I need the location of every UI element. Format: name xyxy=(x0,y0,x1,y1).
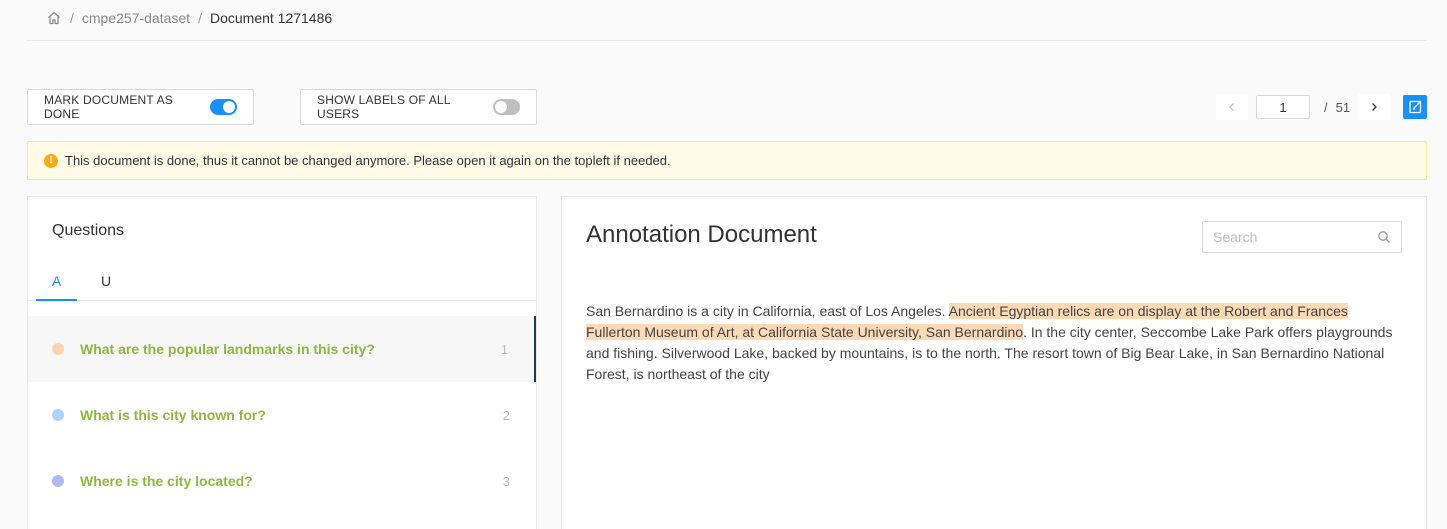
questions-panel: Questions A U What are the popular landm… xyxy=(27,196,537,529)
question-text: What is this city known for? xyxy=(80,407,266,423)
alert-message: This document is done, thus it cannot be… xyxy=(65,153,671,168)
show-labels-switch[interactable] xyxy=(493,99,520,115)
document-pager: / 51 xyxy=(1216,94,1391,120)
total-pages: 51 xyxy=(1335,99,1351,115)
breadcrumb-separator: / xyxy=(70,10,74,26)
header-divider xyxy=(27,40,1427,41)
document-title: Annotation Document xyxy=(586,221,817,248)
question-text: What are the popular landmarks in this c… xyxy=(80,341,375,357)
home-icon[interactable] xyxy=(46,10,62,26)
breadcrumb-dataset-link[interactable]: cmpe257-dataset xyxy=(82,10,190,26)
page-number-input[interactable] xyxy=(1256,95,1310,119)
switch-knob xyxy=(223,101,235,113)
show-labels-toggle-box[interactable]: SHOW LABELS OF ALL USERS xyxy=(300,89,537,125)
question-item[interactable]: What is this city known for? 2 xyxy=(28,382,536,448)
mark-done-label: MARK DOCUMENT AS DONE xyxy=(44,93,173,121)
document-search xyxy=(1202,221,1402,253)
tab-a[interactable]: A xyxy=(36,273,77,301)
annotation-document-panel: Annotation Document San Bernardino is a … xyxy=(561,196,1427,529)
question-text: Where is the city located? xyxy=(80,473,253,489)
question-item[interactable]: Where is the city located? 3 xyxy=(28,448,536,514)
question-number: 1 xyxy=(500,341,508,357)
questions-tabs: A U xyxy=(28,267,536,301)
breadcrumb: / cmpe257-dataset / Document 1271486 xyxy=(46,9,332,27)
document-text-plain: San Bernardino is a city in California, … xyxy=(586,303,949,319)
breadcrumb-separator: / xyxy=(198,10,202,26)
tab-u[interactable]: U xyxy=(94,273,118,301)
question-item[interactable]: What are the popular landmarks in this c… xyxy=(28,316,536,382)
question-color-dot xyxy=(52,343,64,355)
document-done-alert: ! This document is done, thus it cannot … xyxy=(27,141,1427,180)
question-number: 2 xyxy=(502,407,510,423)
show-labels-label: SHOW LABELS OF ALL USERS xyxy=(317,93,451,121)
exclamation-circle-icon: ! xyxy=(44,153,58,168)
chevron-left-icon[interactable] xyxy=(1216,94,1248,120)
question-color-dot xyxy=(52,475,64,487)
chevron-right-icon[interactable] xyxy=(1358,94,1391,120)
search-input[interactable] xyxy=(1203,222,1363,252)
question-color-dot xyxy=(52,409,64,421)
questions-title: Questions xyxy=(52,222,125,239)
document-text[interactable]: San Bernardino is a city in California, … xyxy=(586,301,1402,385)
switch-knob xyxy=(495,101,508,113)
search-icon[interactable] xyxy=(1377,230,1391,244)
mark-done-switch[interactable] xyxy=(210,99,237,115)
fullscreen-button[interactable] xyxy=(1403,95,1427,119)
expand-icon xyxy=(1409,100,1422,114)
mark-done-toggle-box[interactable]: MARK DOCUMENT AS DONE xyxy=(27,89,254,125)
pager-separator: / xyxy=(1324,99,1328,115)
question-number: 3 xyxy=(502,473,510,489)
breadcrumb-current-document: Document 1271486 xyxy=(209,10,333,26)
